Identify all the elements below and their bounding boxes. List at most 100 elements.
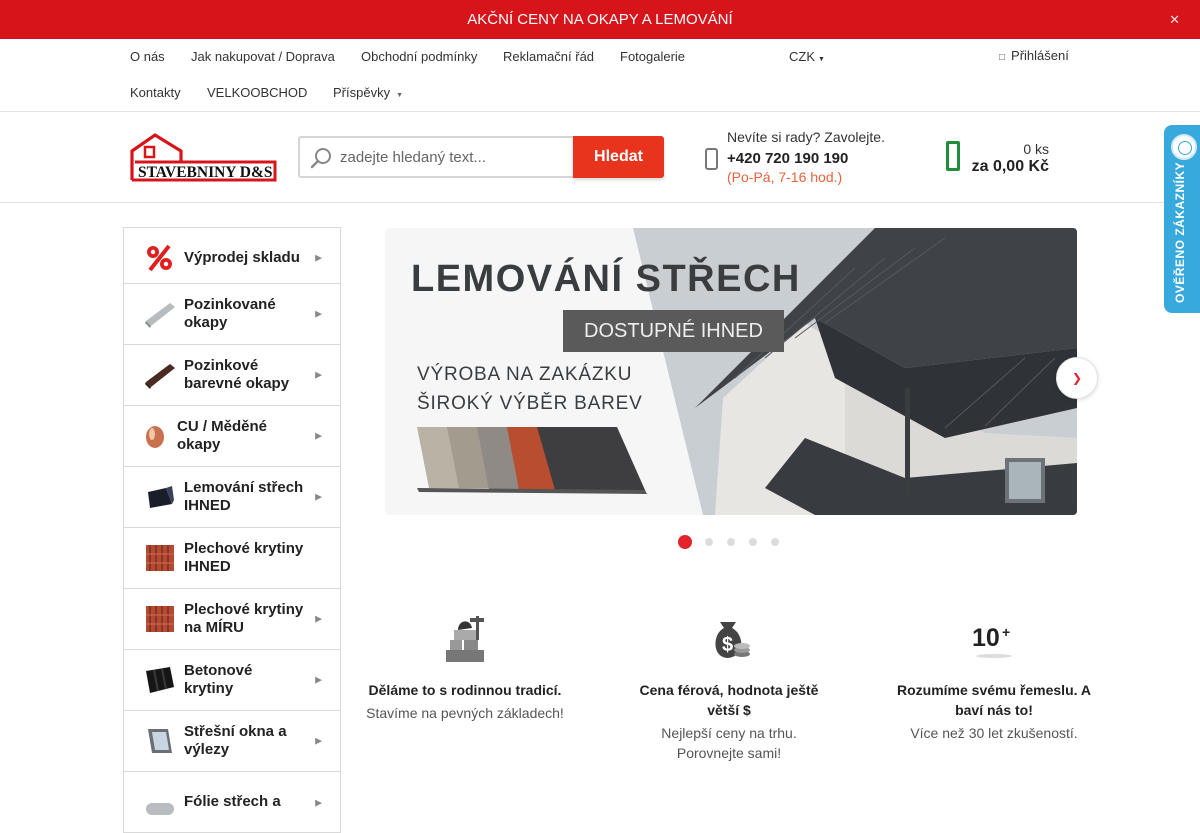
- banner-headline: LEMOVÁNÍ STŘECH: [411, 258, 801, 300]
- category-label: Střešní okna a výlezy: [184, 723, 287, 758]
- feature-tradition: Děláme to s rodinnou tradicí. Stavíme na…: [365, 612, 565, 723]
- feature-description: Více než 30 let zkušeností.: [910, 725, 1078, 741]
- nav-link-velkoobchod[interactable]: VELKOOBCHOD: [207, 85, 307, 100]
- metal-roofing-icon: [146, 545, 174, 571]
- cart-total: za 0,00 Kč: [971, 158, 1049, 175]
- contact-phone[interactable]: +420 720 190 190: [727, 150, 848, 167]
- category-label: Plechové krytiny na MÍRU: [184, 601, 304, 636]
- slider-dot-1[interactable]: [678, 535, 692, 549]
- chevron-right-icon: ▶: [315, 369, 322, 380]
- roof-window-icon: [148, 729, 172, 753]
- chevron-right-icon: ▶: [315, 797, 322, 808]
- slider-dot-3[interactable]: [727, 538, 735, 546]
- contact-hours: (Po-Pá, 7-16 hod.): [727, 169, 843, 185]
- currency-label: CZK: [789, 49, 815, 64]
- phone-icon: [705, 148, 718, 170]
- feature-title: Rozumíme svému řemeslu. A baví nás to!: [897, 682, 1091, 718]
- category-label: CU / Měděné okapy: [177, 418, 268, 453]
- chevron-right-icon: ▶: [315, 735, 322, 746]
- category-sidebar: Výprodej skladu ▶ Pozinkované okapy ▶ Po…: [123, 227, 341, 833]
- chevron-down-icon: ▼: [396, 92, 404, 99]
- chevron-down-icon: ▼: [818, 56, 825, 63]
- feature-title: Cena férová, hodnota ještě větší $: [639, 682, 819, 718]
- category-label: Plechové krytiny IHNED: [184, 540, 304, 575]
- category-label: Fólie střech a: [184, 793, 281, 810]
- logo[interactable]: STAVEBNINY D&S: [129, 133, 277, 182]
- ten-plus-icon: 10 +: [972, 624, 1012, 658]
- chevron-right-icon: ▶: [315, 674, 322, 685]
- nav-link-prispevky[interactable]: Příspěvky ▼: [333, 85, 403, 100]
- category-pozinkove-barevne-okapy[interactable]: Pozinkové barevné okapy ▶: [123, 344, 341, 406]
- slider-dot-5[interactable]: [771, 538, 779, 546]
- chevron-right-icon: ▶: [315, 252, 322, 263]
- nav-link-jak-nakupovat[interactable]: Jak nakupovat / Doprava: [191, 49, 335, 64]
- hero-banner[interactable]: LEMOVÁNÍ STŘECH DOSTUPNÉ IHNED VÝROBA NA…: [385, 228, 1077, 515]
- contact-question: Nevíte si rady? Zavolejte.: [727, 129, 885, 145]
- gutter-colored-icon: [145, 364, 175, 389]
- banner-line-2: ŠIROKÝ VÝBĚR BAREV: [417, 393, 643, 414]
- category-label: Betonové krytiny: [184, 662, 253, 697]
- feature-experience: 10 + Rozumíme svému řemeslu. A baví nás …: [894, 612, 1094, 743]
- category-label: Pozinkové barevné okapy: [184, 357, 290, 392]
- search-field-wrap: [298, 136, 574, 178]
- chevron-right-icon: ▶: [315, 308, 322, 319]
- category-lemovani-strech[interactable]: Lemování střech IHNED ▶: [123, 466, 341, 528]
- user-icon: □: [999, 52, 1006, 63]
- review-badge-label: OVĚŘENO ZÁKAZNÍKY: [1173, 161, 1187, 303]
- review-badge[interactable]: OVĚŘENO ZÁKAZNÍKY: [1164, 125, 1200, 313]
- sale-percent-icon: [147, 244, 172, 272]
- login-link[interactable]: □ Přihlášení: [999, 48, 1069, 63]
- nav-link-obchodni-podminky[interactable]: Obchodní podmínky: [361, 49, 477, 64]
- feature-description: Nejlepší ceny na trhu. Porovnejte sami!: [661, 725, 797, 761]
- svg-text:$: $: [722, 634, 733, 656]
- copper-gutter-icon: [146, 426, 164, 448]
- category-label: Výprodej skladu: [184, 249, 300, 266]
- site-header: STAVEBNINY D&S Hledat Nevíte si rady? Za…: [0, 112, 1200, 203]
- chevron-right-icon: ▶: [315, 613, 322, 624]
- category-betonove-krytiny[interactable]: Betonové krytiny ▶: [123, 649, 341, 711]
- category-stresni-okna[interactable]: Střešní okna a výlezy ▶: [123, 710, 341, 772]
- close-icon[interactable]: ✕: [1169, 0, 1180, 39]
- category-folie-strech[interactable]: Fólie střech a ▶: [123, 771, 341, 833]
- top-navigation: O nás Jak nakupovat / Doprava Obchodní p…: [0, 39, 1200, 112]
- search-button[interactable]: Hledat: [573, 136, 664, 178]
- roof-flashing-icon: [148, 486, 174, 508]
- slider-next-button[interactable]: ❯: [1056, 357, 1098, 399]
- banner-line-1: VÝROBA NA ZAKÁZKU: [417, 364, 633, 385]
- nav-link-prispevky-label: Příspěvky: [333, 85, 391, 100]
- money-bag-icon: $: [715, 622, 750, 658]
- login-label: Přihlášení: [1011, 48, 1069, 63]
- logo-text: STAVEBNINY D&S: [138, 164, 273, 181]
- category-label: Pozinkované okapy: [184, 296, 276, 331]
- category-plechove-krytiny-ihned[interactable]: Plechové krytiny IHNED: [123, 527, 341, 589]
- category-plechove-krytiny-na-miru[interactable]: Plechové krytiny na MÍRU ▶: [123, 588, 341, 650]
- category-pozinkovane-okapy[interactable]: Pozinkované okapy ▶: [123, 283, 341, 345]
- search-icon: [310, 148, 331, 169]
- cart-button[interactable]: 0 ks za 0,00 Kč: [946, 137, 1056, 182]
- feature-description: Stavíme na pevných základech!: [366, 705, 564, 721]
- verified-seal-icon: [1171, 134, 1197, 160]
- category-vyprodej-skladu[interactable]: Výprodej skladu ▶: [123, 227, 341, 289]
- category-label: Lemování střech IHNED: [184, 479, 304, 514]
- feature-price: $ Cena férová, hodnota ještě větší $ Nej…: [629, 612, 829, 763]
- cart-icon: [946, 141, 960, 171]
- concrete-tile-icon: [146, 667, 174, 693]
- nav-link-fotogalerie[interactable]: Fotogalerie: [620, 49, 685, 64]
- search-input[interactable]: [340, 138, 570, 176]
- svg-text:10: 10: [972, 624, 1000, 652]
- nav-link-o-nas[interactable]: O nás: [130, 49, 165, 64]
- category-cu-medene-okapy[interactable]: CU / Měděné okapy ▶: [123, 405, 341, 467]
- feature-title: Děláme to s rodinnou tradicí.: [368, 682, 562, 698]
- family-tradition-icon: [446, 616, 484, 662]
- gutter-zinc-icon: [145, 303, 175, 328]
- slider-dot-4[interactable]: [749, 538, 757, 546]
- metal-roofing-custom-icon: [146, 606, 174, 632]
- nav-link-kontakty[interactable]: Kontakty: [130, 85, 181, 100]
- currency-selector[interactable]: CZK ▼: [789, 49, 825, 64]
- nav-link-reklamacni-rad[interactable]: Reklamační řád: [503, 49, 594, 64]
- promo-bar: AKČNÍ CENY NA OKAPY A LEMOVÁNÍ ✕: [0, 0, 1200, 39]
- slider-dot-2[interactable]: [705, 538, 713, 546]
- cart-count: 0 ks: [1023, 141, 1049, 157]
- banner-tag: DOSTUPNÉ IHNED: [563, 310, 784, 352]
- chevron-right-icon: ▶: [315, 491, 322, 502]
